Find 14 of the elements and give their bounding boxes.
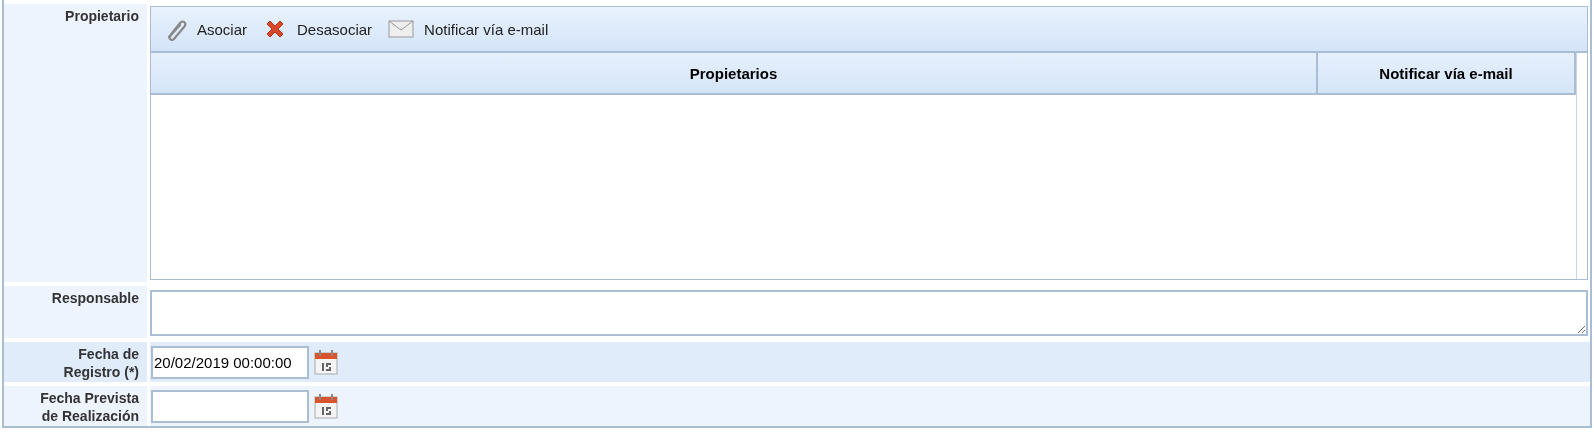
calendar-icon[interactable] bbox=[313, 348, 339, 376]
field-label: Propietario bbox=[65, 7, 139, 26]
toolbar-button[interactable]: Desasociar bbox=[263, 17, 373, 41]
field-label: Fecha de Registro (*) bbox=[62, 345, 139, 382]
field-label: Fecha Prevista de Realización bbox=[39, 389, 139, 426]
toolbar-button[interactable]: Asociar bbox=[163, 17, 248, 41]
date-field[interactable]: 20/02/2019 00:00:00 bbox=[151, 345, 309, 379]
column-header: Propietarios bbox=[151, 53, 1318, 95]
envelope-icon bbox=[388, 19, 415, 39]
field-label: Responsable bbox=[51, 289, 139, 308]
column-header: Notificar vía e-mail bbox=[1318, 53, 1576, 95]
date-field[interactable] bbox=[151, 389, 309, 423]
calendar-icon[interactable] bbox=[313, 392, 339, 420]
toolbar-button[interactable]: Notificar vía e-mail bbox=[388, 19, 549, 39]
